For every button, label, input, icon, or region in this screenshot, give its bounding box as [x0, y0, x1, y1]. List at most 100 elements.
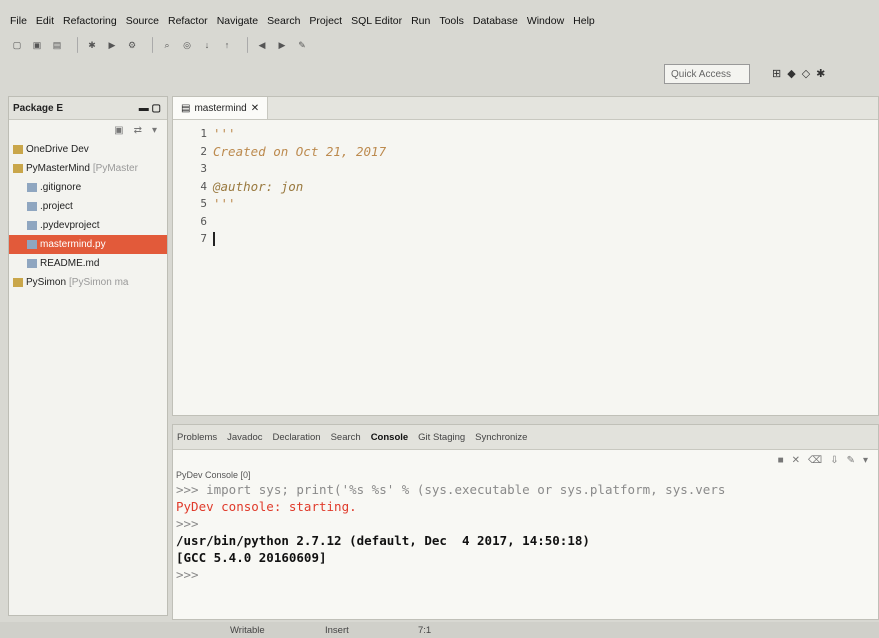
tree-item[interactable]: mastermind.py — [9, 235, 167, 254]
terminate-icon[interactable]: ■ — [778, 455, 784, 466]
prev-annotation-icon[interactable]: ↑ — [220, 39, 234, 51]
menu-item-sql-editor[interactable]: SQL Editor — [351, 15, 402, 27]
code-text: @author: jon — [213, 178, 304, 194]
tree-item-label: .pydevproject — [40, 220, 100, 231]
toolbar-separator — [247, 37, 248, 53]
secondary-toolbar: Quick Access ⊞ ◆ ◇ ✱ — [0, 60, 879, 90]
status-insert-mode: Insert — [325, 625, 349, 636]
text-caret — [213, 231, 215, 246]
view-menu-icon[interactable]: ▾ — [152, 125, 157, 136]
back-icon[interactable]: ◀ — [255, 39, 269, 51]
tab-problems[interactable]: Problems — [177, 432, 217, 443]
tab-declaration[interactable]: Declaration — [273, 432, 321, 443]
tree-item[interactable]: .project — [9, 197, 167, 216]
minimize-maximize-icon[interactable]: ▬ ▢ — [139, 103, 161, 114]
forward-icon[interactable]: ▶ — [275, 39, 289, 51]
pydev-perspective-icon[interactable]: ◆ — [787, 67, 795, 80]
open-type-icon[interactable]: ◎ — [180, 39, 194, 51]
menu-bar: File Edit Refactoring Source Refactor Navigat… — [0, 10, 879, 32]
tree-item[interactable]: .pydevproject — [9, 216, 167, 235]
menu-item-source[interactable]: Source — [126, 15, 159, 27]
tree-item-decoration: [PySimon ma — [69, 277, 129, 288]
open-perspective-icon[interactable]: ⊞ — [772, 67, 781, 80]
status-writable: Writable — [230, 625, 265, 636]
tab-git-staging[interactable]: Git Staging — [418, 432, 465, 443]
collapse-all-icon[interactable]: ▣ — [114, 125, 123, 136]
tree-item-label: OneDrive Dev — [26, 144, 89, 155]
remove-launch-icon[interactable]: ✕ — [792, 455, 800, 466]
file-icon — [27, 183, 37, 192]
menu-item-refactoring[interactable]: Refactoring — [63, 15, 117, 27]
menu-item-tools[interactable]: Tools — [439, 15, 464, 27]
tab-console[interactable]: Console — [371, 432, 408, 443]
console-toolbar: ■ ✕ ⌫ ⇩ ✎ ▾ — [173, 450, 878, 470]
menu-item-refactor[interactable]: Refactor — [168, 15, 208, 27]
tab-javadoc[interactable]: Javadoc — [227, 432, 262, 443]
tree-item[interactable]: PySimon [PySimon ma — [9, 273, 167, 292]
tree-item-label: .gitignore — [40, 182, 82, 193]
clear-console-icon[interactable]: ⌫ — [808, 455, 822, 466]
project-tree: OneDrive Dev PyMasterMind [PyMaster .gitign… — [9, 140, 167, 292]
menu-item-database[interactable]: Database — [473, 15, 518, 27]
menu-item-project[interactable]: Project — [309, 15, 342, 27]
editor-tab-mastermind[interactable]: ▤ mastermind ✕ — [173, 97, 269, 119]
next-annotation-icon[interactable]: ↓ — [200, 39, 214, 51]
debug-perspective-icon[interactable]: ✱ — [816, 67, 825, 80]
tree-item[interactable]: README.md — [9, 254, 167, 273]
project-folder-icon — [13, 145, 23, 154]
scroll-lock-icon[interactable]: ⇩ — [830, 455, 838, 466]
external-tools-icon[interactable]: ⚙ — [125, 39, 139, 51]
tree-item-label: PySimon — [26, 277, 67, 288]
menu-item-search[interactable]: Search — [267, 15, 300, 27]
toolbar-separator — [152, 37, 153, 53]
toolbar-separator — [77, 37, 78, 53]
tree-item-label: README.md — [40, 258, 100, 269]
pin-console-icon[interactable]: ✎ — [847, 455, 855, 466]
status-cursor-position: 7:1 — [418, 625, 432, 636]
close-icon[interactable]: ✕ — [251, 103, 259, 114]
menu-item-run[interactable]: Run — [411, 15, 430, 27]
main-toolbar: ▢ ▣ ▤ ✱ ▶ ⚙ ⌕ ◎ ↓ ↑ ◀ ▶ ✎ — [0, 32, 879, 58]
menu-item-window[interactable]: Window — [527, 15, 564, 27]
open-console-icon[interactable]: ▾ — [863, 455, 868, 466]
tree-item[interactable]: .gitignore — [9, 178, 167, 197]
line-number: 3 — [200, 162, 207, 176]
save-icon[interactable]: ▣ — [30, 39, 44, 51]
bottom-panel: Problems Javadoc Declaration Search Console G… — [172, 424, 879, 620]
tab-search[interactable]: Search — [331, 432, 361, 443]
tree-item[interactable]: PyMasterMind [PyMaster — [9, 159, 167, 178]
print-icon[interactable]: ▤ — [50, 39, 64, 51]
pin-icon[interactable]: ✎ — [295, 39, 309, 51]
menu-item-file[interactable]: File — [10, 15, 27, 27]
file-icon — [27, 202, 37, 211]
console-line: [GCC 5.4.0 20160609] — [176, 550, 327, 565]
new-icon[interactable]: ▢ — [10, 39, 24, 51]
console-title: PyDev Console [0] — [176, 470, 251, 480]
file-icon — [27, 240, 37, 249]
code-text: ''' — [213, 126, 236, 142]
menu-item-help[interactable]: Help — [573, 15, 595, 27]
console-output[interactable]: >>> import sys; print('%s %s' % (sys.exe… — [173, 482, 878, 584]
tree-item[interactable]: OneDrive Dev — [9, 140, 167, 159]
menu-item-navigate[interactable]: Navigate — [217, 15, 258, 27]
run-icon[interactable]: ▶ — [105, 39, 119, 51]
java-perspective-icon[interactable]: ◇ — [802, 67, 810, 80]
console-line: >>> import sys; print('%s %s' % (sys.exe… — [176, 482, 726, 497]
code-line: 2 Created on Oct 21, 2017 — [193, 143, 386, 161]
menu-item-edit[interactable]: Edit — [36, 15, 54, 27]
python-file-icon: ▤ — [181, 102, 191, 114]
tree-item-label: .project — [40, 201, 73, 212]
tree-item-decoration: [PyMaster — [92, 163, 138, 174]
quick-access-input[interactable]: Quick Access — [664, 64, 750, 84]
console-line: PyDev console: starting. — [176, 499, 357, 514]
debug-icon[interactable]: ✱ — [85, 39, 99, 51]
package-explorer-title[interactable]: Package E — [13, 103, 63, 114]
code-editor[interactable]: 1 ''' 2 Created on Oct 21, 2017 3 4 @author: j… — [193, 125, 386, 248]
code-line: 3 — [193, 160, 386, 178]
line-number: 4 — [200, 179, 207, 193]
project-folder-icon — [13, 164, 23, 173]
link-editor-icon[interactable]: ⇄ — [134, 125, 142, 136]
search-icon[interactable]: ⌕ — [160, 39, 174, 51]
tab-synchronize[interactable]: Synchronize — [475, 432, 527, 443]
code-text: Created on Oct 21, 2017 — [213, 143, 387, 159]
